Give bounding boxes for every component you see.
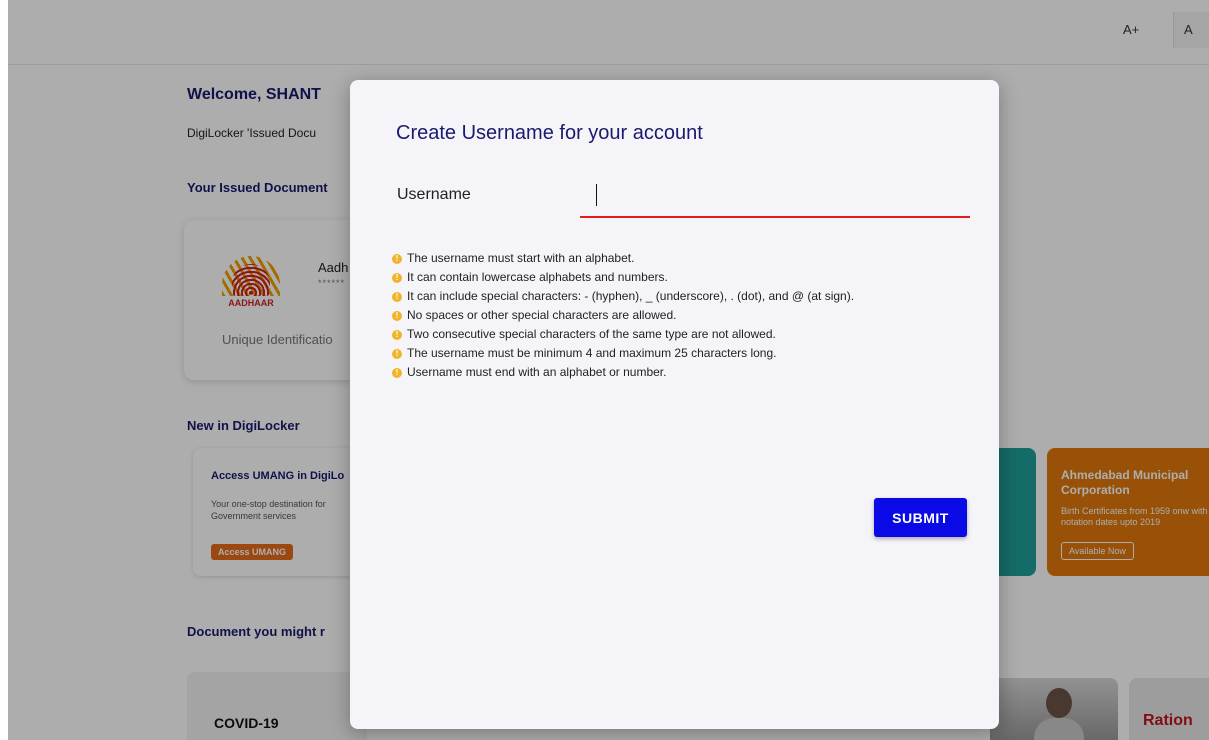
rule-text: The username must start with an alphabet… <box>407 251 635 265</box>
rule-text: Two consecutive special characters of th… <box>407 327 776 341</box>
info-icon: ! <box>392 311 402 321</box>
submit-button[interactable]: SUBMIT <box>874 498 967 537</box>
username-label: Username <box>397 186 471 203</box>
rule-text: No spaces or other special characters ar… <box>407 308 677 322</box>
rule-item: ! Username must end with an alphabet or n… <box>392 364 962 380</box>
rule-text: Username must end with an alphabet or nu… <box>407 365 667 379</box>
info-icon: ! <box>392 292 402 302</box>
rule-item: ! The username must start with an alphabe… <box>392 250 962 266</box>
left-edge <box>0 0 8 740</box>
rule-item: ! It can include special characters: - (h… <box>392 288 962 304</box>
text-caret <box>596 184 597 206</box>
info-icon: ! <box>392 349 402 359</box>
username-input[interactable] <box>580 176 970 218</box>
info-icon: ! <box>392 254 402 264</box>
info-icon: ! <box>392 368 402 378</box>
rule-text: The username must be minimum 4 and maxim… <box>407 346 777 360</box>
rule-item: ! It can contain lowercase alphabets and … <box>392 269 962 285</box>
rule-text: It can contain lowercase alphabets and n… <box>407 270 668 284</box>
rule-item: ! No spaces or other special characters a… <box>392 307 962 323</box>
rule-text: It can include special characters: - (hy… <box>407 289 855 303</box>
dialog-title: Create Username for your account <box>396 122 703 144</box>
info-icon: ! <box>392 273 402 283</box>
create-username-dialog: Create Username for your account Usernam… <box>350 80 999 729</box>
rule-item: ! The username must be minimum 4 and maxi… <box>392 345 962 361</box>
info-icon: ! <box>392 330 402 340</box>
rule-item: ! Two consecutive special characters of t… <box>392 326 962 342</box>
username-rules-list: ! The username must start with an alphabe… <box>392 250 962 383</box>
